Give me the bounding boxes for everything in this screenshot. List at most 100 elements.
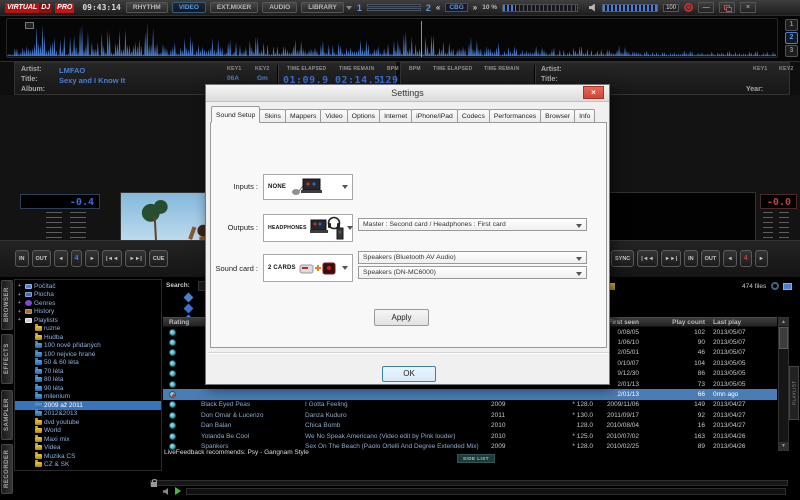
tree-item[interactable]: + History	[15, 308, 161, 317]
waveform-display[interactable]	[6, 18, 778, 58]
crossfader-mini[interactable]	[367, 4, 421, 11]
tree-item[interactable]: + Playlists	[15, 316, 161, 325]
table-row[interactable]: Black Eyed Peas I Gotta Feeling 2009 * 1…	[163, 400, 777, 410]
soundcard-combobox-1[interactable]: Speakers (Bluetooth AV Audio)	[358, 251, 587, 264]
ok-button[interactable]: OK	[382, 366, 436, 382]
mini-slider-bottom[interactable]	[367, 8, 421, 11]
titlebar-button[interactable]: AUDIO	[262, 2, 297, 13]
tree-item[interactable]: ruzne	[15, 325, 161, 334]
tree-item[interactable]: 100 nejvice hrané	[15, 350, 161, 359]
settings-tab[interactable]: Internet	[379, 109, 412, 123]
transport-button[interactable]: SYNC	[611, 250, 634, 267]
transport-button[interactable]: ►►|	[125, 250, 145, 267]
mini-slider-top[interactable]	[367, 4, 421, 7]
soundcard-combobox-2[interactable]: Speakers (DN-MC6000)	[358, 266, 587, 279]
transport-button[interactable]: ►	[755, 250, 768, 267]
transport-button[interactable]: ◄	[54, 250, 67, 267]
tree-item[interactable]: Videa	[15, 444, 161, 453]
settings-tab[interactable]: Sound Setup	[211, 106, 260, 123]
output-routing-combobox[interactable]: Master : Second card / Headphones : Firs…	[358, 218, 587, 231]
expander-icon[interactable]: +	[18, 317, 23, 323]
tree-item[interactable]: dvd youtube	[15, 418, 161, 427]
chevron-down-icon[interactable]	[346, 6, 352, 10]
expander-icon[interactable]: +	[18, 300, 23, 306]
tree-item[interactable]: 80 léta	[15, 376, 161, 385]
titlebar-button[interactable]: LIBRARY	[301, 2, 344, 13]
tree-item[interactable]: + Plocha	[15, 291, 161, 300]
tree-item[interactable]: 90 léta	[15, 384, 161, 393]
search-folder-icon[interactable]	[184, 304, 194, 314]
apply-button[interactable]: Apply	[374, 309, 429, 326]
tree-item[interactable]: 50 & 60 léta	[15, 359, 161, 368]
soundcard-selector[interactable]: 2 CARDS	[263, 254, 353, 282]
transport-button[interactable]: CUE	[149, 250, 169, 267]
search-database-icon[interactable]	[184, 293, 194, 303]
speaker-icon[interactable]	[589, 4, 597, 12]
transport-button[interactable]: IN	[684, 250, 698, 267]
tree-item[interactable]: 70 léta	[15, 367, 161, 376]
playlist-side-tab[interactable]: PLAYLIST	[789, 366, 799, 420]
tab-sampler[interactable]: SAMPLER	[1, 390, 13, 440]
table-row[interactable]: Yolanda Be Cool We No Speak Americano (V…	[163, 431, 777, 441]
cbg-prev-button[interactable]: «	[436, 3, 440, 12]
record-icon[interactable]	[684, 3, 693, 12]
settings-tab[interactable]: Browser	[540, 109, 575, 123]
transport-button[interactable]: 4	[740, 250, 752, 267]
search-icon[interactable]	[771, 282, 779, 290]
volume-slider[interactable]	[602, 4, 658, 12]
transport-button[interactable]: ►►|	[661, 250, 681, 267]
table-row[interactable]: Dan Balan Chica Bomb 2010 128.0 2010/08/…	[163, 421, 777, 431]
transport-button[interactable]: ◄	[723, 250, 736, 267]
tab-recorder[interactable]: RECORDER	[1, 444, 13, 494]
transport-button[interactable]: OUT	[701, 250, 721, 267]
titlebar-button[interactable]: RHYTHM	[126, 2, 168, 13]
tree-item[interactable]: World	[15, 427, 161, 436]
transport-button[interactable]: OUT	[32, 250, 52, 267]
inputs-selector[interactable]: NONE	[263, 174, 353, 200]
transport-button[interactable]: 4	[71, 250, 83, 267]
automix-play-icon[interactable]	[175, 487, 181, 495]
last-play-header[interactable]: Last play	[705, 319, 767, 326]
settings-tab[interactable]: Mappers	[285, 109, 321, 123]
settings-tab[interactable]: Skins	[259, 109, 286, 123]
transport-button[interactable]: |◄◄	[102, 250, 122, 267]
automix-progress-bar[interactable]	[186, 488, 786, 495]
scroll-up-arrow[interactable]: ▲	[779, 318, 788, 326]
expander-icon[interactable]: +	[18, 309, 23, 315]
tree-item[interactable]: 2012&2013	[15, 410, 161, 419]
tree-item[interactable]: milenium	[15, 393, 161, 402]
tree-item[interactable]: Hudba	[15, 333, 161, 342]
deck-select-button[interactable]: 1	[785, 19, 798, 31]
deck-select-button[interactable]: 3	[785, 45, 798, 57]
deck-2-indicator[interactable]: 2	[426, 3, 431, 13]
settings-tab[interactable]: Info	[574, 109, 595, 123]
tree-item[interactable]: Maxi mix	[15, 435, 161, 444]
table-row[interactable]: Don Omar & Lucenzo Danza Kuduro 2011 * 1…	[163, 410, 777, 420]
dialog-close-button[interactable]: ×	[583, 86, 604, 99]
expander-icon[interactable]: +	[18, 283, 23, 289]
titlebar-button[interactable]: EXT.MIXER	[210, 2, 258, 13]
tree-item[interactable]: + Počítač	[15, 282, 161, 291]
transport-button[interactable]: IN	[15, 250, 29, 267]
restore-button[interactable]	[719, 2, 735, 13]
expander-icon[interactable]: +	[18, 292, 23, 298]
deck-1-indicator[interactable]: 1	[357, 3, 362, 13]
settings-tab[interactable]: Codecs	[457, 109, 490, 123]
tree-item[interactable]: CZ & SK	[15, 461, 161, 470]
tree-item[interactable]: Muzika CS	[15, 452, 161, 461]
table-scrollbar[interactable]: ▲ ▼	[778, 317, 789, 451]
tree-item[interactable]: + Genres	[15, 299, 161, 308]
outputs-selector[interactable]: HEADPHONES	[263, 214, 353, 242]
side-list-button[interactable]: SIDE LIST	[457, 454, 495, 463]
settings-tab[interactable]: iPhone/iPad	[411, 109, 458, 123]
tab-browser[interactable]: BROWSER	[1, 280, 13, 330]
tree-item[interactable]: 100 nově přidaných	[15, 342, 161, 351]
automix-speaker-icon[interactable]	[163, 488, 170, 495]
tree-item[interactable]: 2009 až 2011	[15, 401, 161, 410]
transport-button[interactable]: ►	[85, 250, 98, 267]
scroll-thumb[interactable]	[779, 327, 788, 349]
tab-effects[interactable]: EFFECTS	[1, 334, 13, 384]
close-button[interactable]: ×	[740, 2, 756, 13]
settings-tab[interactable]: Options	[347, 109, 380, 123]
transport-button[interactable]: |◄◄	[637, 250, 657, 267]
